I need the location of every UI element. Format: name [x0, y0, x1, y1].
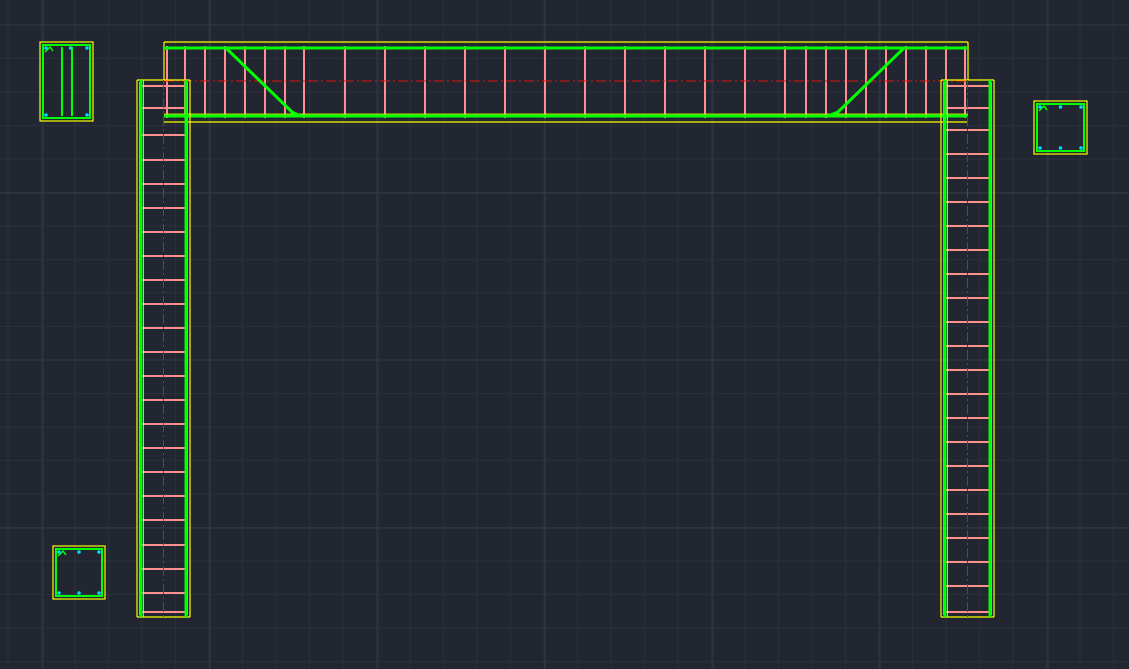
- right-column-section-rebar-dot: [1079, 105, 1083, 109]
- beam-section-rebar-dot: [85, 46, 89, 50]
- right-column-section-rebar-dot: [1058, 146, 1063, 150]
- right-column-section-rebar-dot: [1058, 105, 1063, 109]
- left-column-section-rebar-dot: [57, 550, 61, 554]
- left-column-section-rebar-dot: [97, 591, 101, 595]
- rebar-frame-drawing[interactable]: [0, 0, 1129, 669]
- beam-section-rebar-dot: [85, 113, 89, 117]
- beam-section-rebar-dot: [44, 113, 48, 117]
- right-column-section-rebar-dot: [1079, 146, 1083, 150]
- left-column-section-rebar-dot: [57, 591, 61, 595]
- beam-section-rebar-dot: [68, 46, 73, 50]
- left-column-section-rebar-dot: [77, 591, 81, 595]
- right-column-section-rebar-dot: [1038, 146, 1042, 150]
- cad-canvas[interactable]: [0, 0, 1129, 669]
- beam-section-rebar-dot: [44, 46, 48, 50]
- left-column-section-rebar-dot: [97, 550, 101, 554]
- right-column-section-rebar-dot: [1038, 105, 1042, 109]
- left-column-section-rebar-dot: [77, 550, 81, 554]
